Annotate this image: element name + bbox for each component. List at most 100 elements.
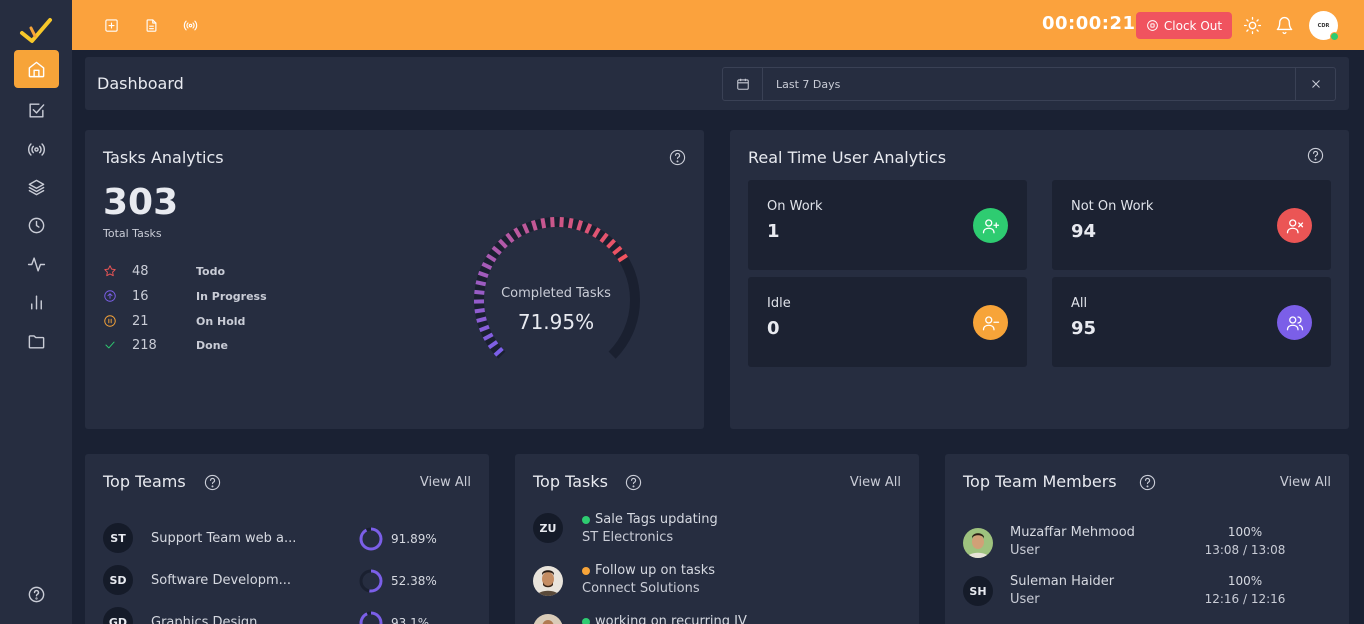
person-photo-icon bbox=[963, 528, 993, 558]
tile-not-on-work[interactable]: Not On Work 94 bbox=[1052, 180, 1331, 270]
sidebar-item-files[interactable] bbox=[14, 322, 59, 360]
stat-done: 218 Done bbox=[103, 337, 228, 353]
user-x-icon bbox=[1277, 208, 1312, 243]
top-teams-title: Top Teams bbox=[103, 472, 186, 491]
top-tasks-help[interactable] bbox=[625, 474, 642, 491]
member-role: User bbox=[1010, 543, 1040, 558]
add-button[interactable] bbox=[102, 16, 120, 34]
theme-toggle-button[interactable] bbox=[1241, 14, 1263, 36]
top-tasks-view-all[interactable]: View All bbox=[850, 475, 901, 490]
task-assignee-avatar bbox=[533, 614, 563, 624]
gauge-tick bbox=[559, 217, 564, 228]
tile-on-work[interactable]: On Work 1 bbox=[748, 180, 1027, 270]
folder-icon bbox=[28, 334, 45, 349]
tile-idle-value: 0 bbox=[767, 318, 780, 339]
task-title-text: working on recurring JV bbox=[595, 614, 747, 624]
sidebar-item-projects[interactable] bbox=[14, 168, 59, 206]
top-teams-view-all[interactable]: View All bbox=[420, 475, 471, 490]
sidebar-item-timesheet[interactable] bbox=[14, 206, 59, 244]
sidebar-item-reports[interactable] bbox=[14, 283, 59, 321]
team-progress-ring bbox=[359, 527, 383, 551]
gauge-tick bbox=[540, 217, 547, 229]
broadcast-icon bbox=[27, 142, 46, 156]
top-members-help[interactable] bbox=[1139, 474, 1156, 491]
user-minus-icon bbox=[973, 305, 1008, 340]
tile-on-work-label: On Work bbox=[767, 199, 823, 214]
document-button[interactable] bbox=[142, 16, 160, 34]
person-photo-icon bbox=[533, 614, 563, 624]
pause-circle-icon bbox=[104, 315, 116, 327]
stat-in-progress-count: 16 bbox=[132, 289, 149, 304]
team-name[interactable]: Support Team web a... bbox=[151, 531, 296, 546]
ring-fill bbox=[359, 611, 383, 624]
date-range-value[interactable]: Last 7 Days bbox=[763, 78, 1295, 91]
page-title: Dashboard bbox=[97, 74, 184, 93]
stat-todo-label: Todo bbox=[196, 265, 226, 278]
sidebar-item-live[interactable] bbox=[14, 130, 59, 168]
tile-idle[interactable]: Idle 0 bbox=[748, 277, 1027, 367]
tasks-analytics-card: Tasks Analytics 303 Total Tasks 48 Todo … bbox=[85, 130, 704, 429]
bell-icon bbox=[1276, 16, 1292, 34]
check-icon bbox=[105, 341, 115, 349]
member-time: 13:08 / 13:08 bbox=[1204, 543, 1286, 557]
task-client: ST Electronics bbox=[582, 530, 674, 545]
status-dot bbox=[582, 515, 590, 524]
team-avatar: GD bbox=[103, 607, 133, 624]
member-avatar: SH bbox=[963, 576, 993, 606]
online-status-dot bbox=[1330, 32, 1339, 41]
gauge-tick bbox=[530, 219, 538, 231]
top-teams-help[interactable] bbox=[204, 474, 221, 491]
layers-icon bbox=[28, 179, 45, 195]
team-progress-ring bbox=[359, 611, 383, 624]
work-timer: 00:00:21 bbox=[1042, 13, 1136, 34]
tile-all[interactable]: All 95 bbox=[1052, 277, 1331, 367]
tasks-analytics-help[interactable] bbox=[669, 149, 686, 166]
help-icon bbox=[1139, 474, 1156, 491]
arrow-up-circle-icon bbox=[104, 290, 116, 302]
document-icon bbox=[146, 18, 156, 32]
tile-idle-label: Idle bbox=[767, 296, 791, 311]
sidebar-item-help[interactable] bbox=[14, 575, 59, 613]
calendar-button[interactable] bbox=[723, 68, 763, 100]
task-title[interactable]: working on recurring JV bbox=[582, 614, 747, 624]
clock-out-button[interactable]: Clock Out bbox=[1136, 12, 1232, 39]
user-plus-icon bbox=[973, 208, 1008, 243]
gauge-tick bbox=[567, 217, 574, 229]
notifications-button[interactable] bbox=[1273, 14, 1295, 36]
member-time: 12:16 / 12:16 bbox=[1204, 592, 1286, 606]
task-client: Connect Solutions bbox=[582, 581, 700, 596]
sidebar-item-dashboard[interactable] bbox=[14, 50, 59, 88]
stat-in-progress-label: In Progress bbox=[196, 290, 267, 303]
realtime-analytics-card: Real Time User Analytics On Work 1 Not O… bbox=[730, 130, 1349, 429]
team-name[interactable]: Software Developm... bbox=[151, 573, 291, 588]
sidebar-item-tasks[interactable] bbox=[14, 91, 59, 129]
plus-square-icon bbox=[104, 18, 118, 32]
member-avatar bbox=[963, 528, 993, 558]
member-percent: 100% bbox=[1227, 574, 1263, 588]
status-dot bbox=[582, 566, 590, 575]
date-range-picker[interactable]: Last 7 Days bbox=[722, 67, 1336, 101]
live-button[interactable] bbox=[181, 16, 199, 34]
stat-in-progress: 16 In Progress bbox=[103, 288, 267, 304]
member-name[interactable]: Muzaffar Mehmood bbox=[1010, 525, 1135, 540]
tile-all-label: All bbox=[1071, 296, 1088, 311]
sidebar bbox=[0, 0, 72, 624]
tile-on-work-value: 1 bbox=[767, 221, 780, 242]
team-name[interactable]: Graphics Design bbox=[151, 615, 257, 624]
help-icon bbox=[204, 474, 221, 491]
task-title[interactable]: Follow up on tasks bbox=[582, 563, 715, 578]
user-avatar[interactable]: CDR bbox=[1309, 11, 1339, 41]
team-percent: 91.89% bbox=[391, 532, 437, 546]
sidebar-item-activity[interactable] bbox=[14, 245, 59, 283]
stat-todo-count: 48 bbox=[132, 264, 149, 279]
clear-date-button[interactable] bbox=[1295, 68, 1335, 100]
member-name[interactable]: Suleman Haider bbox=[1010, 574, 1114, 589]
tasks-analytics-title: Tasks Analytics bbox=[103, 148, 224, 167]
task-title[interactable]: Sale Tags updating bbox=[582, 512, 718, 527]
task-assignee-avatar: ZU bbox=[533, 513, 563, 543]
topbar: 00:00:21 Clock Out CDR bbox=[72, 0, 1364, 50]
app-logo[interactable] bbox=[19, 16, 53, 46]
realtime-analytics-help[interactable] bbox=[1307, 147, 1324, 164]
stop-circle-icon bbox=[1147, 20, 1158, 31]
top-members-view-all[interactable]: View All bbox=[1280, 475, 1331, 490]
